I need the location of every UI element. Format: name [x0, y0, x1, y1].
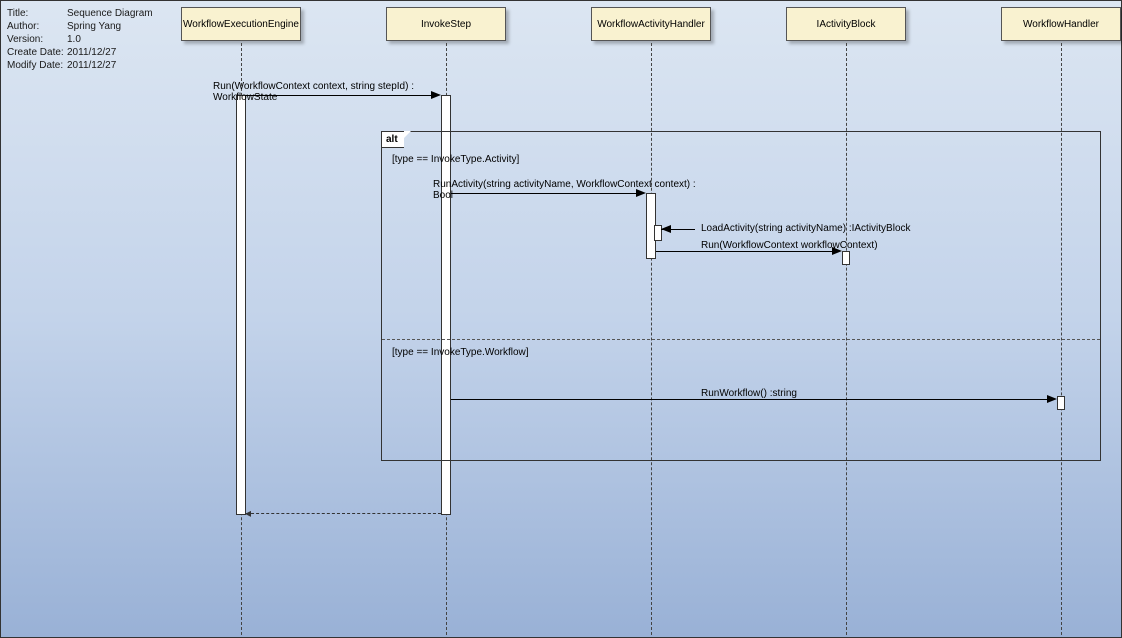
msg-run-workflow-line — [451, 399, 1052, 400]
msg-run-activity-line — [451, 193, 641, 194]
activation-workflow-execution-engine — [236, 95, 246, 515]
meta-version-val: 1.0 — [67, 33, 81, 46]
lifeline-workflow-activity-handler: WorkflowActivityHandler — [591, 7, 711, 41]
meta-create-key: Create Date: — [7, 46, 67, 59]
alt-operator-tag: alt — [381, 131, 404, 148]
lifeline-label: WorkflowActivityHandler — [597, 19, 705, 30]
arrow-right-icon — [636, 189, 646, 197]
lifeline-workflow-execution-engine: WorkflowExecutionEngine — [181, 7, 301, 41]
msg-run-label: Run(WorkflowContext context, string step… — [213, 81, 433, 103]
meta-author-key: Author: — [7, 20, 67, 33]
meta-modify-key: Modify Date: — [7, 59, 67, 72]
meta-create-val: 2011/12/27 — [67, 46, 116, 59]
msg-run-activity-label: RunActivity(string activityName, Workflo… — [433, 179, 663, 201]
alt-divider — [382, 339, 1100, 340]
lifeline-iactivity-block: IActivityBlock — [786, 7, 906, 41]
alt-guard-1: [type == InvokeType.Activity] — [392, 154, 519, 165]
lifeline-label: WorkflowExecutionEngine — [183, 19, 299, 30]
lifeline-label: InvokeStep — [421, 19, 471, 30]
return-line — [246, 513, 441, 514]
lifeline-label: WorkflowHandler — [1023, 19, 1099, 30]
msg-run-context-line — [656, 251, 837, 252]
diagram-metadata: Title:Sequence Diagram Author:Spring Yan… — [7, 7, 153, 72]
meta-author-val: Spring Yang — [67, 20, 121, 33]
sequence-diagram-canvas: Title:Sequence Diagram Author:Spring Yan… — [0, 0, 1122, 638]
alt-guard-2: [type == InvokeType.Workflow] — [392, 347, 529, 358]
lifeline-workflow-handler: WorkflowHandler — [1001, 7, 1121, 41]
meta-version-key: Version: — [7, 33, 67, 46]
arrow-left-open-icon: ◂ — [245, 510, 251, 516]
meta-title-val: Sequence Diagram — [67, 7, 153, 20]
msg-load-activity-label: LoadActivity(string activityName) :IActi… — [701, 223, 911, 234]
arrow-right-icon — [431, 91, 441, 99]
alt-operator-label: alt — [386, 134, 398, 145]
msg-run-workflow-label: RunWorkflow() :string — [701, 388, 797, 399]
meta-title-key: Title: — [7, 7, 67, 20]
msg-run-context-label: Run(WorkflowContext workflowContext) — [701, 240, 878, 251]
arrow-right-icon — [1047, 395, 1057, 403]
meta-modify-val: 2011/12/27 — [67, 59, 116, 72]
msg-run-line — [246, 95, 436, 96]
lifeline-label: IActivityBlock — [817, 19, 876, 30]
arrow-left-icon — [661, 225, 671, 233]
lifeline-invoke-step: InvokeStep — [386, 7, 506, 41]
